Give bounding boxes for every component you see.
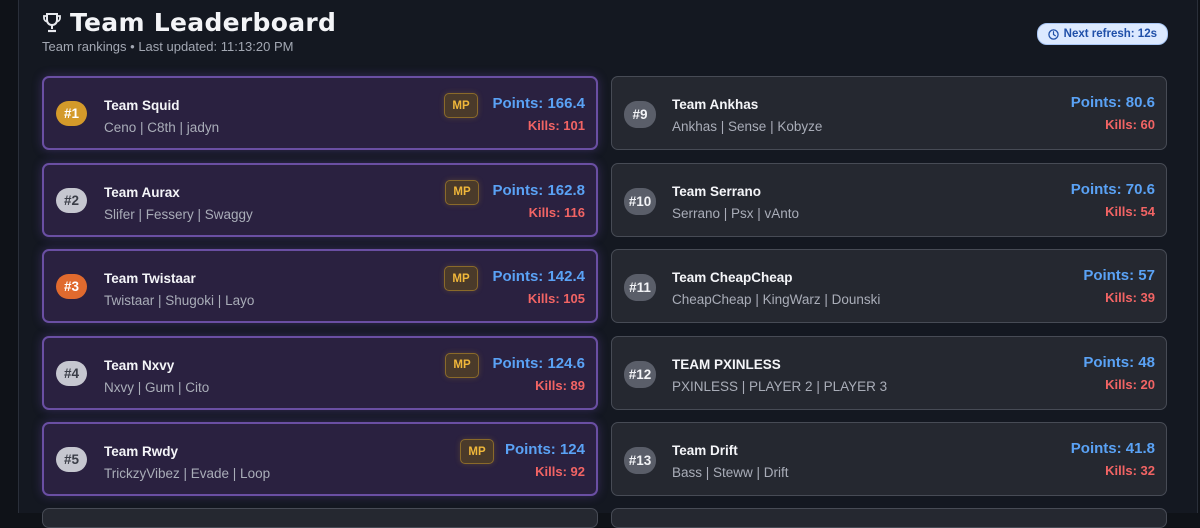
team-points: Points: 57 (1083, 267, 1155, 284)
team-info: Team Nxvy Nxvy | Gum | Cito (104, 358, 209, 395)
team-kills: Kills: 92 (535, 464, 585, 479)
team-card[interactable]: #4 Team Nxvy Nxvy | Gum | Cito MP Points… (42, 335, 598, 410)
team-card[interactable]: #3 Team Twistaar Twistaar | Shugoki | La… (42, 249, 598, 323)
mp-badge: MP (460, 439, 494, 464)
trophy-icon (43, 12, 61, 32)
team-card[interactable]: #9 Team Ankhas Ankhas | Sense | Kobyze P… (611, 76, 1167, 150)
team-kills: Kills: 105 (527, 291, 585, 306)
team-name: TEAM PXINLESS (672, 356, 781, 372)
team-members: Ceno | C8th | jadyn (104, 120, 220, 135)
team-members: Serrano | Psx | vAnto (672, 205, 800, 221)
rank-badge: #13 (624, 447, 656, 474)
team-info: Team Ankhas Ankhas | Sense | Kobyze (672, 97, 822, 134)
team-stats: Points: 162.8 Kills: 116 (492, 182, 585, 220)
team-card[interactable]: #11 Team CheapCheap CheapCheap | KingWar… (611, 249, 1167, 323)
team-info: Team Rwdy TrickzyVibez | Evade | Loop (104, 444, 270, 481)
page-subtitle: Team rankings • Last updated: 11:13:20 P… (42, 39, 294, 54)
team-name: Team Nxvy (104, 357, 175, 373)
team-points: Points: 80.6 (1070, 94, 1155, 111)
team-points: Points: 166.4 (492, 95, 585, 112)
team-info: Team Twistaar Twistaar | Shugoki | Layo (104, 271, 254, 308)
team-info: Team CheapCheap CheapCheap | KingWarz | … (672, 270, 880, 307)
team-kills: Kills: 20 (1105, 376, 1155, 392)
team-name: Team Aurax (104, 184, 180, 200)
team-members: Twistaar | Shugoki | Layo (104, 293, 255, 308)
leaderboard-left-column: #1 Team Squid Ceno | C8th | jadyn MP Poi… (42, 76, 598, 509)
rank-badge: #9 (624, 101, 656, 128)
rank-badge: #3 (56, 274, 87, 299)
team-points: Points: 41.8 (1070, 440, 1155, 457)
team-card[interactable]: #13 Team Drift Bass | Steww | Drift Poin… (611, 422, 1167, 496)
team-card[interactable]: #10 Team Serrano Serrano | Psx | vAnto P… (611, 162, 1167, 237)
team-kills: Kills: 89 (535, 377, 585, 393)
team-stats: Points: 57 Kills: 39 (1083, 267, 1155, 305)
next-refresh-label: Next refresh: 12s (1063, 28, 1157, 40)
team-kills: Kills: 32 (1105, 463, 1155, 478)
header: Team Leaderboard Team rankings • Last up… (42, 8, 336, 54)
team-name: Team Serrano (672, 183, 762, 199)
mp-badge: MP (445, 179, 479, 205)
team-kills: Kills: 60 (1105, 117, 1155, 132)
team-points: Points: 162.8 (492, 181, 585, 199)
rank-badge: #12 (624, 360, 656, 388)
team-points: Points: 124.6 (492, 354, 585, 372)
team-info: Team Serrano Serrano | Psx | vAnto (672, 184, 799, 221)
team-stats: Points: 166.4 Kills: 101 (492, 95, 585, 133)
team-name: Team Ankhas (672, 97, 759, 112)
team-kills: Kills: 39 (1105, 290, 1155, 305)
team-name: Team Twistaar (104, 271, 196, 286)
team-members: TrickzyVibez | Evade | Loop (104, 466, 271, 481)
team-kills: Kills: 101 (527, 118, 585, 133)
team-info: TEAM PXINLESS PXINLESS | PLAYER 2 | PLAY… (672, 357, 887, 394)
page-title: Team Leaderboard (70, 8, 337, 37)
team-card[interactable]: #1 Team Squid Ceno | C8th | jadyn MP Poi… (42, 76, 598, 150)
team-stats: Points: 142.4 Kills: 105 (492, 268, 585, 306)
team-name: Team Squid (104, 98, 180, 113)
team-name: Team CheapCheap (672, 270, 793, 285)
rank-badge: #11 (624, 274, 656, 301)
rank-badge: #5 (56, 447, 87, 472)
team-info: Team Aurax Slifer | Fessery | Swaggy (104, 185, 253, 222)
team-stats: Points: 80.6 Kills: 60 (1071, 94, 1155, 132)
title-row: Team Leaderboard (42, 8, 336, 37)
team-stats: Points: 124 Kills: 92 (505, 441, 585, 479)
team-kills: Kills: 116 (528, 204, 585, 220)
team-members: Bass | Steww | Drift (672, 465, 789, 480)
team-stats: Points: 41.8 Kills: 32 (1071, 440, 1155, 478)
team-card-partial[interactable] (611, 508, 1167, 528)
leaderboard-right-column: #9 Team Ankhas Ankhas | Sense | Kobyze P… (611, 76, 1167, 509)
mp-badge: MP (444, 266, 478, 291)
team-points: Points: 124 (504, 441, 585, 458)
team-points: Points: 142.4 (492, 268, 585, 285)
team-info: Team Drift Bass | Steww | Drift (672, 443, 789, 480)
rank-badge: #4 (56, 360, 87, 386)
rank-badge: #2 (56, 187, 87, 213)
team-stats: Points: 48 Kills: 20 (1083, 354, 1155, 392)
team-members: Slifer | Fessery | Swaggy (104, 206, 253, 222)
team-name: Team Rwdy (104, 444, 179, 459)
team-points: Points: 48 (1083, 353, 1155, 371)
team-name: Team Drift (672, 443, 738, 458)
team-members: Nxvy | Gum | Cito (104, 379, 210, 395)
team-card-partial[interactable] (42, 508, 598, 528)
team-info: Team Squid Ceno | C8th | jadyn (104, 98, 219, 135)
team-card[interactable]: #5 Team Rwdy TrickzyVibez | Evade | Loop… (42, 422, 598, 496)
team-points: Points: 70.6 (1070, 180, 1155, 198)
team-card[interactable]: #2 Team Aurax Slifer | Fessery | Swaggy … (42, 162, 598, 237)
rank-badge: #10 (624, 187, 656, 215)
rank-badge: #1 (56, 101, 87, 126)
team-members: Ankhas | Sense | Kobyze (672, 119, 823, 134)
team-kills: Kills: 54 (1105, 203, 1155, 219)
team-stats: Points: 70.6 Kills: 54 (1071, 181, 1155, 219)
next-refresh-badge[interactable]: Next refresh: 12s (1036, 23, 1168, 45)
mp-badge: MP (445, 352, 479, 378)
mp-badge: MP (444, 93, 478, 118)
team-stats: Points: 124.6 Kills: 89 (492, 355, 585, 393)
team-members: CheapCheap | KingWarz | Dounski (672, 292, 881, 307)
clock-icon (1047, 28, 1059, 40)
team-members: PXINLESS | PLAYER 2 | PLAYER 3 (672, 378, 888, 394)
team-card[interactable]: #12 TEAM PXINLESS PXINLESS | PLAYER 2 | … (611, 335, 1167, 410)
